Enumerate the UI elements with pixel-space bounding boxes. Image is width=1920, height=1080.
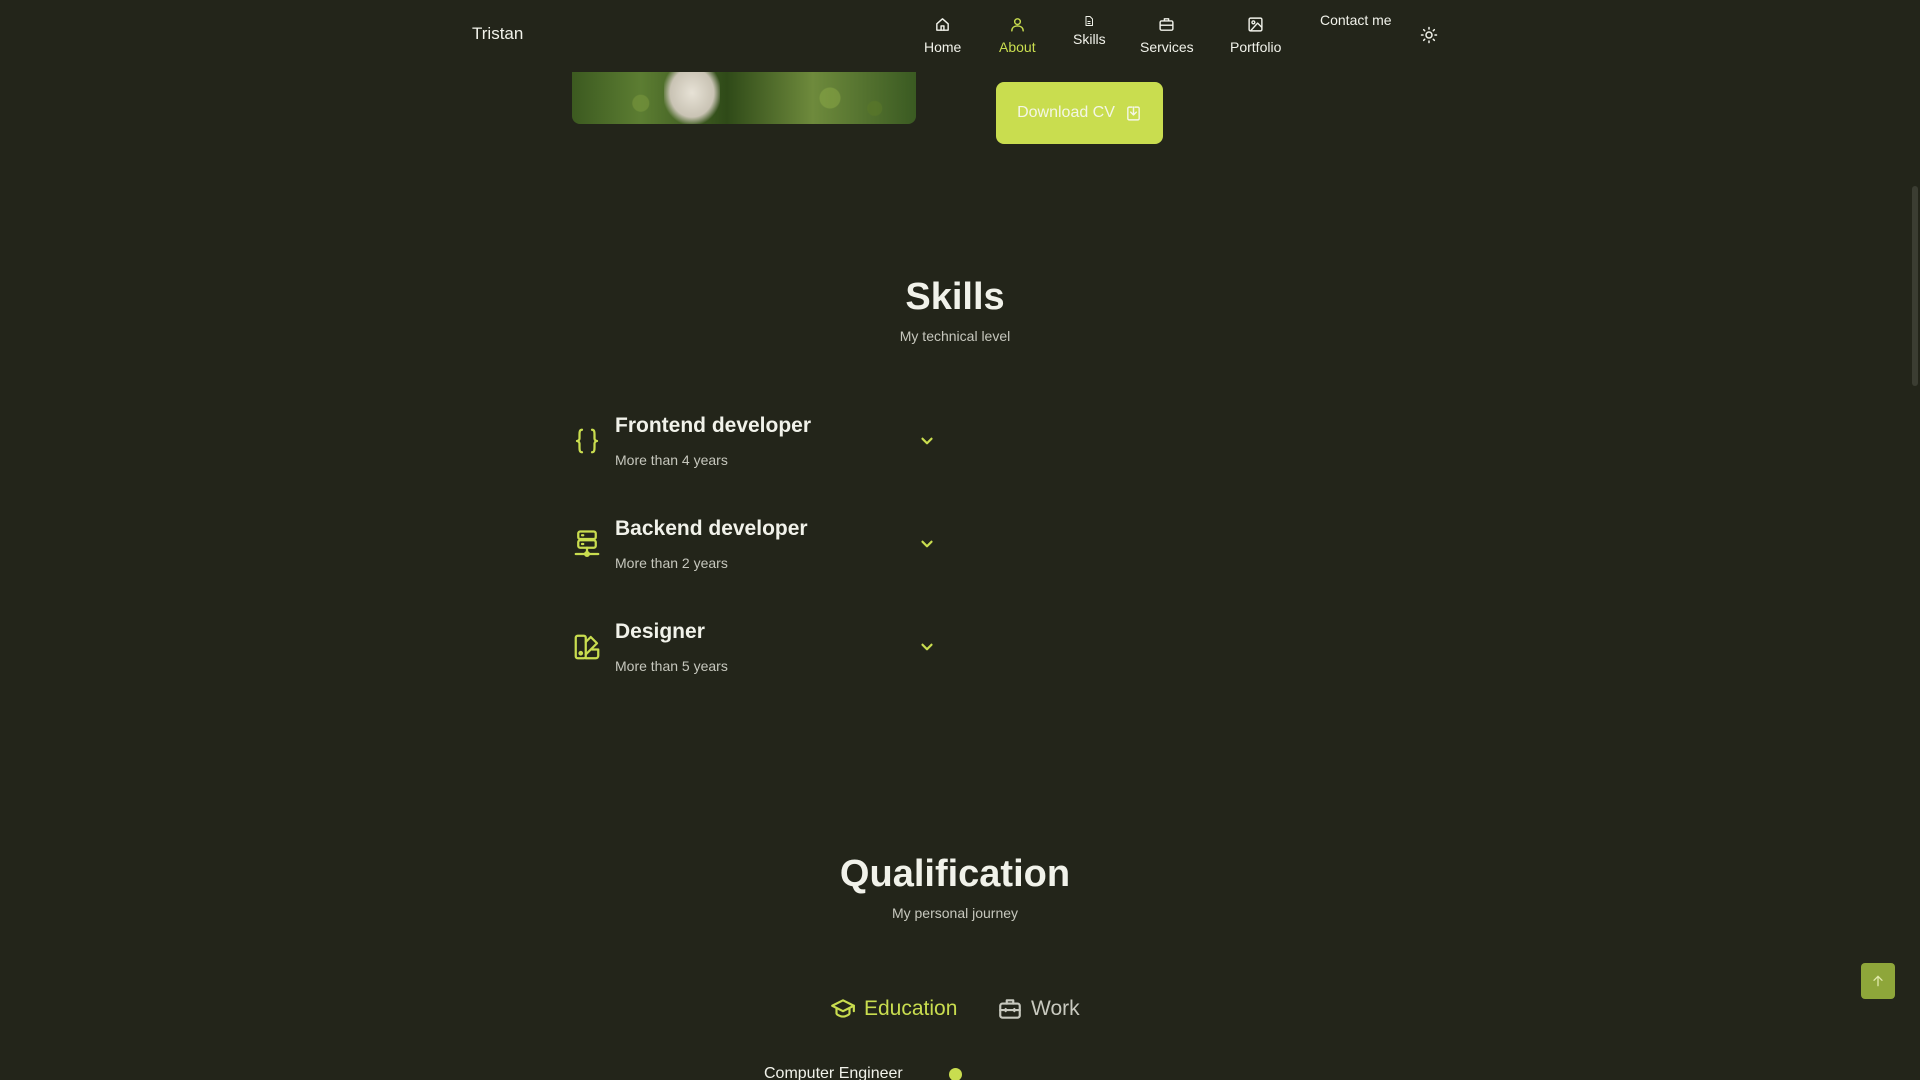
skill-backend[interactable]: Backend developer More than 2 years — [572, 517, 942, 587]
file-icon — [1085, 16, 1094, 26]
swatchbook-icon — [574, 634, 600, 660]
nav-label: Services — [1140, 39, 1194, 55]
nav-label: About — [999, 39, 1036, 55]
site-header: Tristan Home About Skills Services Portf… — [0, 0, 1900, 72]
download-cv-button[interactable]: Download CV — [996, 82, 1163, 144]
nav-label: Home — [924, 39, 962, 55]
scrollbar-thumb[interactable] — [1912, 186, 1918, 386]
qualification-title: Qualification — [839, 853, 1071, 895]
nav-item-contact[interactable]: Contact me — [1320, 12, 1392, 28]
nav-item-skills[interactable]: Skills — [1073, 15, 1106, 47]
nav-item-portfolio[interactable]: Portfolio — [1230, 16, 1281, 55]
profile-image — [572, 72, 916, 124]
sun-icon[interactable] — [1420, 26, 1438, 44]
home-icon — [936, 18, 950, 31]
skill-title: Designer — [615, 620, 705, 643]
nav-item-about[interactable]: About — [999, 16, 1036, 55]
nav-label: Skills — [1073, 31, 1106, 47]
nav-label: Portfolio — [1230, 39, 1282, 55]
skills-title: Skills — [905, 276, 1005, 318]
user-icon — [1010, 18, 1024, 32]
skill-subtitle: More than 2 years — [615, 555, 728, 571]
briefcase-icon — [999, 999, 1021, 1019]
arrow-up-icon — [1873, 975, 1883, 987]
timeline-item-title: Computer Engineer — [764, 1065, 903, 1080]
skill-title: Frontend developer — [615, 414, 812, 437]
tab-work[interactable]: Work — [997, 996, 1080, 1022]
skill-subtitle: More than 4 years — [615, 452, 728, 468]
scroll-up-button[interactable] — [1861, 963, 1895, 999]
skill-frontend[interactable]: Frontend developer More than 4 years — [572, 414, 942, 484]
scrollbar-track[interactable] — [1910, 0, 1920, 1080]
timeline-dot — [949, 1068, 962, 1080]
skills-subtitle: My technical level — [899, 328, 1011, 344]
briefcase-icon — [1159, 18, 1174, 31]
server-icon — [574, 530, 600, 557]
skill-designer[interactable]: Designer More than 5 years — [572, 620, 942, 690]
tab-education[interactable]: Education — [830, 996, 957, 1022]
chevron-down-icon[interactable] — [918, 638, 936, 656]
braces-icon — [575, 428, 599, 454]
download-icon — [1127, 105, 1140, 121]
skill-subtitle: More than 5 years — [615, 658, 728, 674]
tab-label: Education — [864, 997, 958, 1020]
nav-item-services[interactable]: Services — [1140, 16, 1194, 55]
logo[interactable]: Tristan — [472, 24, 523, 44]
qualification-subtitle: My personal journey — [891, 905, 1019, 921]
download-cv-label: Download CV — [1017, 104, 1115, 121]
tab-label: Work — [1031, 997, 1080, 1020]
nav-label: Contact me — [1320, 12, 1392, 28]
image-icon — [1248, 17, 1263, 32]
skill-title: Backend developer — [615, 517, 808, 540]
chevron-down-icon[interactable] — [918, 535, 936, 553]
graduation-cap-icon — [831, 999, 855, 1018]
chevron-down-icon[interactable] — [918, 432, 936, 450]
nav-item-home[interactable]: Home — [924, 16, 961, 55]
